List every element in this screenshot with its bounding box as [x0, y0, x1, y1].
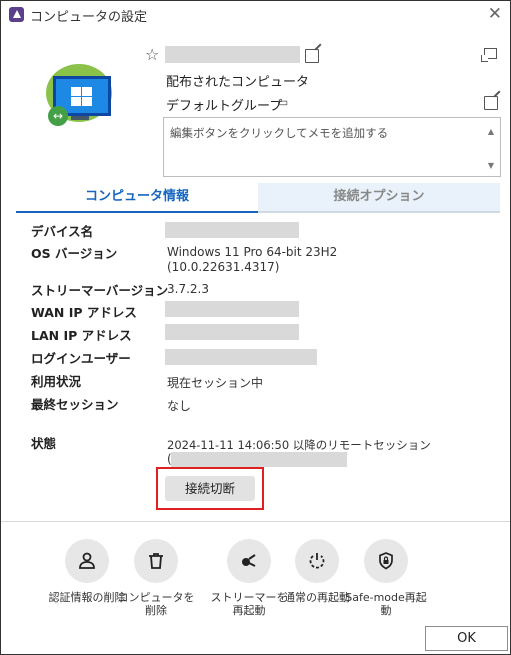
- app-logo-icon: [9, 7, 24, 22]
- streamer-icon: [227, 539, 271, 583]
- state-label: 状態: [31, 436, 57, 451]
- action-normal-restart[interactable]: 通常の再起動: [284, 539, 350, 604]
- safe-mode-restart-label: Safe-mode再起動: [345, 591, 427, 617]
- action-safe-mode-restart[interactable]: Safe-mode再起動: [345, 539, 427, 617]
- login-user-label: ログインユーザー: [31, 351, 131, 366]
- person-icon: [65, 539, 109, 583]
- action-restart-streamer[interactable]: ストリーマーを再起動: [211, 539, 288, 617]
- tab-bar: コンピュータ情報 接続オプション: [16, 183, 500, 213]
- state-detail-redacted: [171, 452, 347, 467]
- wan-ip-label: WAN IP アドレス: [31, 305, 137, 320]
- os-version-label: OS バージョン: [31, 246, 118, 261]
- tab-computer-info[interactable]: コンピュータ情報: [16, 183, 258, 213]
- favorite-star-icon[interactable]: ☆: [145, 45, 159, 64]
- distributed-computer-label: 配布されたコンピュータ: [166, 75, 310, 90]
- computer-settings-window: コンピュータの設定 ✕ ↔ ☆ 配布されたコンピュータ デフォルトグループ ▭ …: [0, 0, 511, 655]
- power-icon: [295, 539, 339, 583]
- group-change-icon[interactable]: ▭: [277, 95, 288, 109]
- trash-icon: [134, 539, 178, 583]
- disconnect-button[interactable]: 接続切断: [165, 476, 255, 501]
- group-label: デフォルトグループ: [166, 99, 283, 114]
- remote-arrows-icon: ↔: [48, 106, 68, 126]
- edit-memo-icon[interactable]: [484, 96, 498, 110]
- scroll-up-icon[interactable]: ▲: [488, 127, 494, 136]
- tab-connection-options[interactable]: 接続オプション: [258, 183, 500, 213]
- device-name-redacted: [165, 222, 299, 238]
- memo-placeholder: 編集ボタンをクリックしてメモを追加する: [170, 126, 389, 140]
- action-delete-computer[interactable]: コンピュータを削除: [118, 539, 195, 617]
- scroll-down-icon[interactable]: ▼: [488, 161, 494, 170]
- usage-label: 利用状況: [31, 374, 82, 389]
- streamer-version-value: 3.7.2.3: [167, 282, 209, 296]
- device-name-label: デバイス名: [31, 224, 94, 239]
- edit-name-icon[interactable]: [305, 49, 319, 63]
- os-version-line2: (10.0.22631.4317): [167, 260, 280, 274]
- divider: [1, 521, 510, 522]
- state-value: 2024-11-11 14:06:50 以降のリモートセッション: [167, 438, 431, 452]
- computer-icon: ↔: [46, 64, 116, 128]
- usage-value: 現在セッション中: [167, 376, 264, 390]
- title-bar: コンピュータの設定 ✕: [1, 1, 510, 29]
- close-icon[interactable]: ✕: [488, 4, 502, 24]
- streamer-version-label: ストリーマーバージョン: [31, 283, 169, 298]
- window-title: コンピュータの設定: [30, 10, 148, 25]
- windows-logo-icon: [71, 87, 93, 107]
- last-session-label: 最終セッション: [31, 397, 119, 412]
- computer-name-redacted: [165, 46, 300, 63]
- last-session-value: なし: [167, 399, 192, 413]
- lan-ip-redacted: [165, 324, 299, 340]
- popout-icon[interactable]: [481, 48, 497, 62]
- action-remove-credentials[interactable]: 認証情報の削除: [49, 539, 126, 604]
- ok-button[interactable]: OK: [425, 626, 508, 651]
- monitor-stand: [71, 116, 89, 120]
- wan-ip-redacted: [165, 301, 299, 317]
- login-user-redacted: [165, 349, 317, 365]
- delete-computer-label: コンピュータを削除: [117, 591, 195, 617]
- disconnect-highlight: 接続切断: [156, 467, 264, 510]
- shield-lock-icon: [364, 539, 408, 583]
- memo-textarea[interactable]: 編集ボタンをクリックしてメモを追加する ▲ ▼: [163, 117, 501, 177]
- lan-ip-label: LAN IP アドレス: [31, 328, 132, 343]
- os-version-line1: Windows 11 Pro 64-bit 23H2: [167, 245, 338, 259]
